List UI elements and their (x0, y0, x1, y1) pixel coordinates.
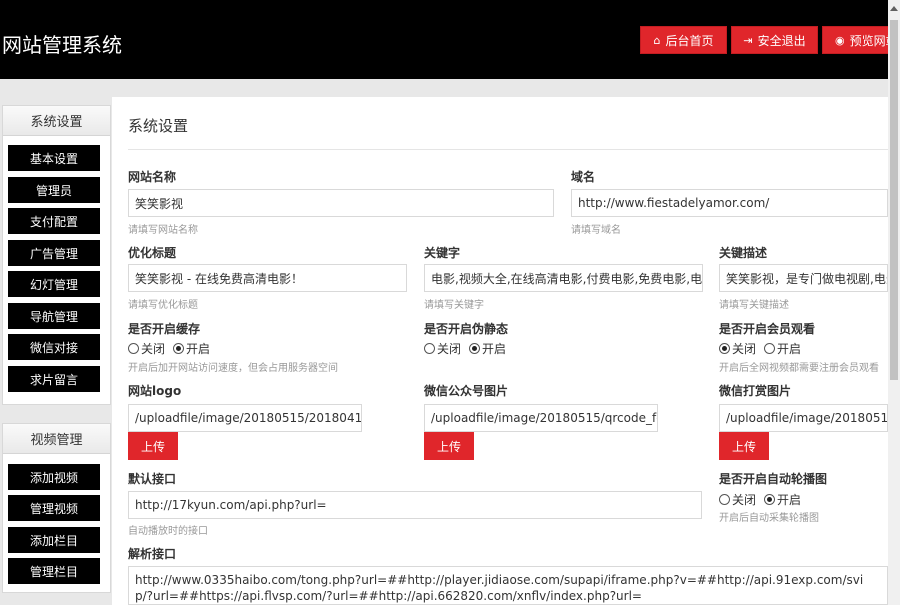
title-divider (128, 149, 888, 150)
member-on-radio[interactable] (764, 343, 776, 354)
sidebar-item-add-category[interactable]: 添加栏目 (8, 527, 100, 553)
scroll-up-arrow-icon[interactable] (890, 6, 898, 11)
seo-title-input[interactable]: 笑笑影视 - 在线免费高清电影！ (128, 264, 407, 292)
settings-panel: 系统设置 网站名称 笑笑影视 请填写网站名称 域名 http://www.fie… (112, 97, 888, 605)
home-icon: ⌂ (653, 33, 661, 47)
sidebar-video-heading: 视频管理 (3, 424, 110, 454)
sidebar-item-manage-category[interactable]: 管理栏目 (8, 558, 100, 584)
domain-input[interactable]: http://www.fiestadelyamor.com/ (571, 189, 888, 217)
carousel-label: 是否开启自动轮播图 (719, 472, 828, 486)
static-off-radio[interactable] (424, 343, 435, 354)
cache-label: 是否开启缓存 (128, 322, 201, 336)
sidebar-item-wechat[interactable]: 微信对接 (8, 334, 100, 360)
static-on-label: 开启 (482, 342, 507, 356)
cache-on-label: 开启 (186, 342, 211, 356)
sidebar-item-admins[interactable]: 管理员 (8, 177, 100, 203)
domain-hint: 请填写域名 (571, 225, 621, 236)
logout-label: 安全退出 (757, 33, 806, 48)
eye-icon: ◉ (835, 33, 845, 47)
keywords-hint: 请填写关键字 (424, 300, 484, 311)
cache-on-radio[interactable] (173, 343, 185, 354)
static-label: 是否开启伪静态 (424, 322, 509, 336)
cache-off-radio[interactable] (128, 343, 139, 354)
wechat-reward-upload-button[interactable]: 上传 (719, 432, 769, 460)
top-header: 网站管理系统 ⌂ 后台首页 ⇥ 安全退出 ◉ 预览网站 (0, 0, 892, 79)
logo-upload-button[interactable]: 上传 (128, 432, 178, 460)
sidebar-item-basic-settings[interactable]: 基本设置 (8, 145, 100, 171)
sidebar-item-payment[interactable]: 支付配置 (8, 208, 100, 234)
logo-path-input[interactable]: /uploadfile/image/20180515/20180418154 (128, 404, 362, 432)
domain-label: 域名 (571, 170, 596, 184)
wechat-qr-path-input[interactable]: /uploadfile/image/20180515/qrcode_for_g (424, 404, 658, 432)
member-off-label: 关闭 (732, 342, 757, 356)
parse-api-label: 解析接口 (128, 547, 177, 561)
default-api-hint: 自动播放时的接口 (128, 526, 208, 537)
description-label: 关键描述 (719, 246, 768, 260)
keywords-input[interactable]: 电影,视频大全,在线高清电影,付费电影,免费电影,电视剧 (424, 264, 703, 292)
static-radio-group: 关闭 开启 (424, 340, 512, 357)
vertical-scrollbar[interactable] (888, 0, 900, 605)
carousel-off-label: 关闭 (732, 493, 757, 507)
member-hint: 开启后全网视频都需要注册会员观看 (719, 363, 879, 374)
cache-off-label: 关闭 (141, 342, 166, 356)
admin-home-label: 后台首页 (665, 33, 714, 48)
cache-hint: 开启后加开网站访问速度，但会占用服务器空间 (128, 363, 338, 374)
description-hint: 请填写关键描述 (719, 300, 789, 311)
seo-title-hint: 请填写优化标题 (128, 300, 198, 311)
logout-icon: ⇥ (743, 33, 753, 47)
admin-home-button[interactable]: ⌂ 后台首页 (640, 26, 727, 54)
member-label: 是否开启会员观看 (719, 322, 816, 336)
sidebar-item-add-video[interactable]: 添加视频 (8, 464, 100, 490)
member-radio-group: 关闭 开启 (719, 340, 807, 357)
static-off-label: 关闭 (437, 342, 462, 356)
wechat-qr-label: 微信公众号图片 (424, 384, 509, 398)
preview-site-button[interactable]: ◉ 预览网站 (822, 26, 892, 54)
cache-radio-group: 关闭 开启 (128, 340, 216, 357)
preview-site-label: 预览网站 (849, 33, 891, 48)
seo-title-label: 优化标题 (128, 246, 177, 260)
wechat-reward-label: 微信打赏图片 (719, 384, 792, 398)
scrollbar-thumb[interactable] (890, 20, 898, 380)
sidebar-item-ads[interactable]: 广告管理 (8, 240, 100, 266)
site-title: 网站管理系统 (2, 33, 122, 57)
member-on-label: 开启 (777, 342, 802, 356)
sidebar-item-slides[interactable]: 幻灯管理 (8, 271, 100, 297)
carousel-hint: 开启后自动采集轮播图 (719, 513, 819, 524)
sidebar-item-manage-video[interactable]: 管理视频 (8, 495, 100, 521)
site-name-label: 网站名称 (128, 170, 177, 184)
default-api-input[interactable]: http://17kyun.com/api.php?url= (128, 491, 702, 519)
logout-button[interactable]: ⇥ 安全退出 (731, 26, 818, 54)
sidebar-system-heading: 系统设置 (3, 106, 110, 136)
carousel-radio-group: 关闭 开启 (719, 491, 807, 508)
sidebar-item-navigation[interactable]: 导航管理 (8, 303, 100, 329)
carousel-off-radio[interactable] (719, 494, 730, 505)
carousel-on-label: 开启 (777, 493, 802, 507)
parse-api-textarea[interactable]: http://www.0335haibo.com/tong.php?url=##… (128, 566, 888, 605)
site-name-hint: 请填写网站名称 (128, 225, 198, 236)
member-off-radio[interactable] (719, 343, 730, 354)
wechat-reward-path-input[interactable]: /uploadfile/image/20180515/m (719, 404, 888, 432)
carousel-on-radio[interactable] (764, 494, 776, 505)
wechat-qr-upload-button[interactable]: 上传 (424, 432, 474, 460)
static-on-radio[interactable] (469, 343, 481, 354)
sidebar-item-requests[interactable]: 求片留言 (8, 366, 100, 392)
page-title: 系统设置 (128, 117, 189, 135)
logo-label: 网站logo (128, 384, 182, 398)
site-name-input[interactable]: 笑笑影视 (128, 189, 554, 217)
description-input[interactable]: 笑笑影视，是专门做电视剧,电影等 (719, 264, 888, 292)
keywords-label: 关键字 (424, 246, 461, 260)
default-api-label: 默认接口 (128, 472, 177, 486)
